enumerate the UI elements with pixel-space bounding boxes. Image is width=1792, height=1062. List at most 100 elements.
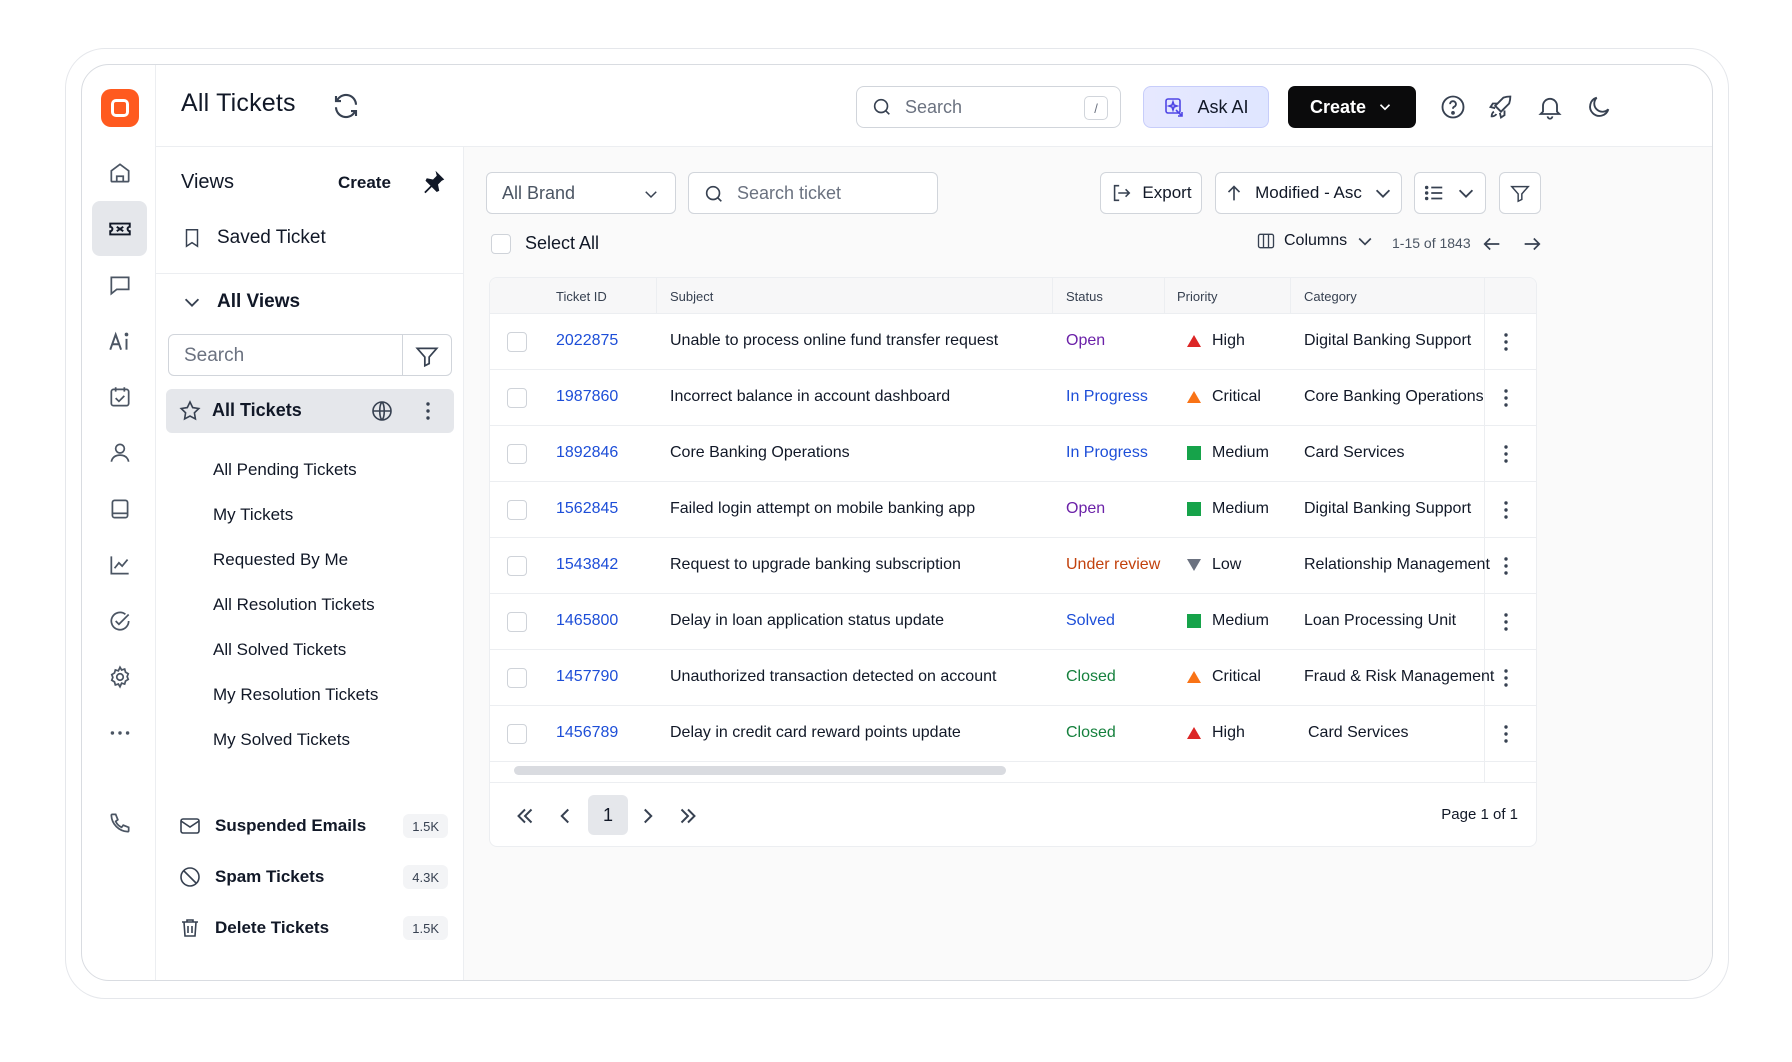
previous-page-icon[interactable] <box>552 803 578 829</box>
more-vertical-icon[interactable] <box>1494 386 1518 410</box>
create-button[interactable]: Create <box>1288 86 1416 128</box>
refresh-icon[interactable] <box>331 91 361 121</box>
column-header-status[interactable]: Status <box>1066 289 1103 304</box>
ticket-icon[interactable] <box>92 201 147 256</box>
more-horizontal-icon[interactable] <box>92 705 147 760</box>
global-search-input[interactable]: Search / <box>856 86 1121 128</box>
brand-select[interactable]: All Brand <box>486 172 676 214</box>
view-item-all-resolution-tickets[interactable]: All Resolution Tickets <box>213 595 375 615</box>
priority-critical-icon <box>1187 391 1201 403</box>
phone-icon[interactable] <box>92 795 147 850</box>
more-vertical-icon[interactable] <box>1494 610 1518 634</box>
star-icon[interactable] <box>178 399 202 423</box>
ticket-search-input[interactable]: Search ticket <box>688 172 938 214</box>
ticket-id-link[interactable]: 1456789 <box>556 724 618 742</box>
filter-button[interactable] <box>1499 172 1541 214</box>
horizontal-scrollbar[interactable] <box>514 766 1006 775</box>
columns-button[interactable]: Columns <box>1256 231 1375 251</box>
ticket-id-link[interactable]: 1543842 <box>556 556 618 574</box>
view-item-requested-by-me[interactable]: Requested By Me <box>213 550 348 570</box>
column-header-priority[interactable]: Priority <box>1177 289 1217 304</box>
row-checkbox[interactable] <box>507 388 527 408</box>
bell-icon[interactable] <box>1536 93 1564 121</box>
delete-tickets-link[interactable]: Delete Tickets 1.5K <box>178 913 448 943</box>
view-item-all-tickets[interactable]: All Tickets <box>166 389 454 433</box>
calendar-check-icon[interactable] <box>92 369 147 424</box>
ticket-id-link[interactable]: 1892846 <box>556 444 618 462</box>
search-icon <box>705 185 722 202</box>
table-row[interactable]: 1562845 Failed login attempt on mobile b… <box>490 482 1536 538</box>
view-item-my-solved-tickets[interactable]: My Solved Tickets <box>213 730 350 750</box>
ticket-id-link[interactable]: 1465800 <box>556 612 618 630</box>
arrow-right-icon[interactable] <box>1521 233 1543 255</box>
gear-icon[interactable] <box>92 649 147 704</box>
suspended-emails-link[interactable]: Suspended Emails 1.5K <box>178 811 448 841</box>
select-all-checkbox[interactable] <box>491 233 511 254</box>
select-all[interactable]: Select All <box>491 233 599 254</box>
next-page-icon[interactable] <box>635 803 661 829</box>
book-icon[interactable] <box>92 481 147 536</box>
more-vertical-icon[interactable] <box>1494 498 1518 522</box>
column-header-ticket-id[interactable]: Ticket ID <box>556 289 607 304</box>
app-logo[interactable] <box>101 89 139 127</box>
ask-ai-button[interactable]: Ask AI <box>1143 86 1269 128</box>
table-row[interactable]: 1465800 Delay in loan application status… <box>490 594 1536 650</box>
arrow-left-icon[interactable] <box>1481 233 1503 255</box>
home-icon[interactable] <box>92 145 147 200</box>
page-button-current[interactable]: 1 <box>588 795 628 835</box>
last-page-icon[interactable] <box>675 803 701 829</box>
check-circle-icon[interactable] <box>92 593 147 648</box>
filter-icon[interactable] <box>414 343 440 369</box>
moon-icon[interactable] <box>1585 93 1613 121</box>
help-icon[interactable] <box>1439 93 1467 121</box>
view-item-my-resolution-tickets[interactable]: My Resolution Tickets <box>213 685 378 705</box>
ticket-id-link[interactable]: 1562845 <box>556 500 618 518</box>
view-item-all-solved-tickets[interactable]: All Solved Tickets <box>213 640 346 660</box>
chat-icon[interactable] <box>92 257 147 312</box>
ticket-id-link[interactable]: 2022875 <box>556 332 618 350</box>
create-view-button[interactable]: Create <box>338 173 391 193</box>
table-row[interactable]: 2022875 Unable to process online fund tr… <box>490 314 1536 370</box>
table-row[interactable]: 1457790 Unauthorized transaction detecte… <box>490 650 1536 706</box>
more-vertical-icon[interactable] <box>1494 666 1518 690</box>
sort-button[interactable]: Modified - Asc <box>1215 172 1402 214</box>
row-checkbox[interactable] <box>507 612 527 632</box>
table-row[interactable]: 1987860 Incorrect balance in account das… <box>490 370 1536 426</box>
view-item-my-tickets[interactable]: My Tickets <box>213 505 293 525</box>
user-icon[interactable] <box>92 425 147 480</box>
ai-icon[interactable] <box>92 313 147 368</box>
export-button[interactable]: Export <box>1100 172 1202 214</box>
analytics-icon[interactable] <box>92 537 147 592</box>
row-checkbox[interactable] <box>507 668 527 688</box>
view-mode-button[interactable] <box>1414 172 1486 214</box>
first-page-icon[interactable] <box>512 803 538 829</box>
priority-high-icon <box>1187 335 1201 347</box>
spam-tickets-link[interactable]: Spam Tickets 4.3K <box>178 862 448 892</box>
row-checkbox[interactable] <box>507 724 527 744</box>
table-row[interactable]: 1543842 Request to upgrade banking subsc… <box>490 538 1536 594</box>
row-checkbox[interactable] <box>507 556 527 576</box>
ticket-id-link[interactable]: 1987860 <box>556 388 618 406</box>
rocket-icon[interactable] <box>1487 93 1515 121</box>
ticket-subject: Failed login attempt on mobile banking a… <box>670 500 976 517</box>
more-vertical-icon[interactable] <box>1494 330 1518 354</box>
table-row[interactable]: 1456789 Delay in credit card reward poin… <box>490 706 1536 762</box>
globe-icon[interactable] <box>370 399 394 423</box>
bookmark-icon <box>185 229 199 248</box>
view-item-all-pending-tickets[interactable]: All Pending Tickets <box>213 460 357 480</box>
more-vertical-icon[interactable] <box>1494 442 1518 466</box>
saved-ticket-link[interactable]: Saved Ticket <box>181 227 326 249</box>
more-vertical-icon[interactable] <box>416 399 440 423</box>
more-vertical-icon[interactable] <box>1494 722 1518 746</box>
column-header-category[interactable]: Category <box>1304 289 1357 304</box>
pin-icon[interactable] <box>418 167 448 197</box>
views-search-input[interactable]: Search <box>168 334 452 376</box>
row-checkbox[interactable] <box>507 332 527 352</box>
table-row[interactable]: 1892846 Core Banking Operations In Progr… <box>490 426 1536 482</box>
all-views-toggle[interactable]: All Views <box>181 291 300 313</box>
row-checkbox[interactable] <box>507 500 527 520</box>
column-header-subject[interactable]: Subject <box>670 289 713 304</box>
row-checkbox[interactable] <box>507 444 527 464</box>
more-vertical-icon[interactable] <box>1494 554 1518 578</box>
ticket-id-link[interactable]: 1457790 <box>556 668 618 686</box>
